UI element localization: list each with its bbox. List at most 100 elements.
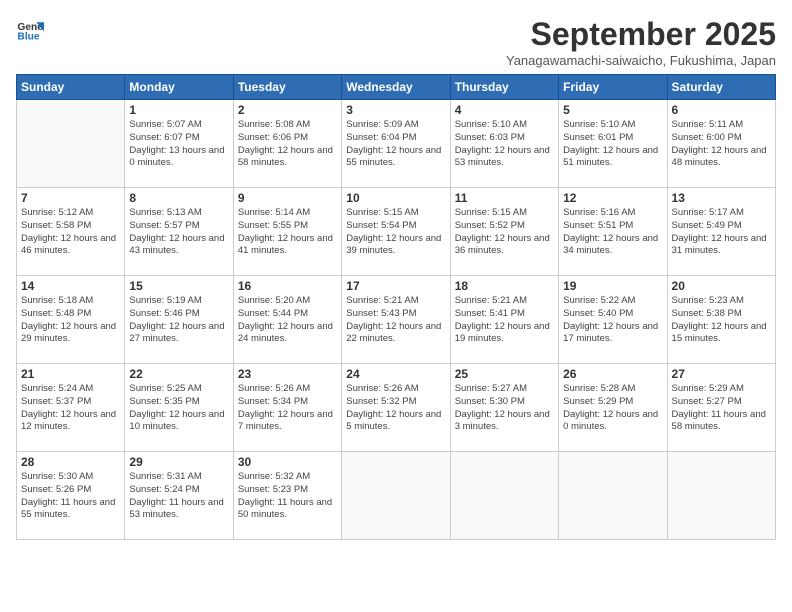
day-info: Sunrise: 5:13 AMSunset: 5:57 PMDaylight:… — [129, 207, 228, 258]
daylight-text: Daylight: 12 hours and 15 minutes. — [672, 321, 771, 347]
day-info: Sunrise: 5:15 AMSunset: 5:54 PMDaylight:… — [346, 207, 445, 258]
day-info: Sunrise: 5:24 AMSunset: 5:37 PMDaylight:… — [21, 383, 120, 434]
calendar-week-row: 21Sunrise: 5:24 AMSunset: 5:37 PMDayligh… — [17, 364, 776, 452]
sunrise-text: Sunrise: 5:30 AM — [21, 471, 120, 484]
sunset-text: Sunset: 5:40 PM — [563, 308, 662, 321]
sunrise-text: Sunrise: 5:10 AM — [455, 119, 554, 132]
sunrise-text: Sunrise: 5:27 AM — [455, 383, 554, 396]
daylight-text: Daylight: 12 hours and 53 minutes. — [455, 145, 554, 171]
sunrise-text: Sunrise: 5:19 AM — [129, 295, 228, 308]
day-number: 19 — [563, 279, 662, 293]
sunset-text: Sunset: 5:29 PM — [563, 396, 662, 409]
logo-icon: General Blue — [16, 16, 44, 44]
day-number: 1 — [129, 103, 228, 117]
daylight-text: Daylight: 12 hours and 36 minutes. — [455, 233, 554, 259]
day-info: Sunrise: 5:19 AMSunset: 5:46 PMDaylight:… — [129, 295, 228, 346]
daylight-text: Daylight: 12 hours and 0 minutes. — [563, 409, 662, 435]
logo: General Blue — [16, 16, 44, 44]
daylight-text: Daylight: 12 hours and 3 minutes. — [455, 409, 554, 435]
sunrise-text: Sunrise: 5:08 AM — [238, 119, 337, 132]
calendar-day-cell: 17Sunrise: 5:21 AMSunset: 5:43 PMDayligh… — [342, 276, 450, 364]
sunset-text: Sunset: 5:52 PM — [455, 220, 554, 233]
calendar-day-cell: 24Sunrise: 5:26 AMSunset: 5:32 PMDayligh… — [342, 364, 450, 452]
calendar-day-cell: 10Sunrise: 5:15 AMSunset: 5:54 PMDayligh… — [342, 188, 450, 276]
sunset-text: Sunset: 6:03 PM — [455, 132, 554, 145]
day-number: 14 — [21, 279, 120, 293]
sunrise-text: Sunrise: 5:31 AM — [129, 471, 228, 484]
sunrise-text: Sunrise: 5:18 AM — [21, 295, 120, 308]
page-header: General Blue September 2025 Yanagawamach… — [16, 16, 776, 68]
sunset-text: Sunset: 6:06 PM — [238, 132, 337, 145]
day-info: Sunrise: 5:21 AMSunset: 5:43 PMDaylight:… — [346, 295, 445, 346]
day-number: 28 — [21, 455, 120, 469]
day-info: Sunrise: 5:25 AMSunset: 5:35 PMDaylight:… — [129, 383, 228, 434]
day-info: Sunrise: 5:15 AMSunset: 5:52 PMDaylight:… — [455, 207, 554, 258]
sunrise-text: Sunrise: 5:32 AM — [238, 471, 337, 484]
day-number: 26 — [563, 367, 662, 381]
daylight-text: Daylight: 12 hours and 34 minutes. — [563, 233, 662, 259]
sunset-text: Sunset: 5:38 PM — [672, 308, 771, 321]
sunrise-text: Sunrise: 5:26 AM — [346, 383, 445, 396]
day-info: Sunrise: 5:28 AMSunset: 5:29 PMDaylight:… — [563, 383, 662, 434]
day-info: Sunrise: 5:14 AMSunset: 5:55 PMDaylight:… — [238, 207, 337, 258]
sunset-text: Sunset: 6:04 PM — [346, 132, 445, 145]
day-number: 12 — [563, 191, 662, 205]
sunrise-text: Sunrise: 5:13 AM — [129, 207, 228, 220]
day-number: 27 — [672, 367, 771, 381]
sunrise-text: Sunrise: 5:21 AM — [455, 295, 554, 308]
sunrise-text: Sunrise: 5:24 AM — [21, 383, 120, 396]
day-info: Sunrise: 5:32 AMSunset: 5:23 PMDaylight:… — [238, 471, 337, 522]
sunset-text: Sunset: 5:27 PM — [672, 396, 771, 409]
day-info: Sunrise: 5:31 AMSunset: 5:24 PMDaylight:… — [129, 471, 228, 522]
day-info: Sunrise: 5:30 AMSunset: 5:26 PMDaylight:… — [21, 471, 120, 522]
calendar-day-cell: 18Sunrise: 5:21 AMSunset: 5:41 PMDayligh… — [450, 276, 558, 364]
day-info: Sunrise: 5:11 AMSunset: 6:00 PMDaylight:… — [672, 119, 771, 170]
day-number: 25 — [455, 367, 554, 381]
calendar-day-cell: 3Sunrise: 5:09 AMSunset: 6:04 PMDaylight… — [342, 100, 450, 188]
daylight-text: Daylight: 12 hours and 5 minutes. — [346, 409, 445, 435]
day-number: 11 — [455, 191, 554, 205]
daylight-text: Daylight: 12 hours and 17 minutes. — [563, 321, 662, 347]
sunset-text: Sunset: 5:43 PM — [346, 308, 445, 321]
calendar-table: SundayMondayTuesdayWednesdayThursdayFrid… — [16, 74, 776, 540]
calendar-week-row: 28 Sunrise: 5:30 AMSunset: 5:26 PMDayligh… — [17, 452, 776, 540]
daylight-text: Daylight: 13 hours and 0 minutes. — [129, 145, 228, 171]
weekday-header-saturday: Saturday — [667, 75, 775, 100]
day-number: 15 — [129, 279, 228, 293]
calendar-day-cell: 9Sunrise: 5:14 AMSunset: 5:55 PMDaylight… — [233, 188, 341, 276]
daylight-text: Daylight: 12 hours and 58 minutes. — [238, 145, 337, 171]
sunset-text: Sunset: 5:24 PM — [129, 484, 228, 497]
svg-text:Blue: Blue — [18, 31, 40, 42]
daylight-text: Daylight: 12 hours and 22 minutes. — [346, 321, 445, 347]
sunset-text: Sunset: 5:46 PM — [129, 308, 228, 321]
daylight-text: Daylight: 12 hours and 46 minutes. — [21, 233, 120, 259]
sunset-text: Sunset: 5:55 PM — [238, 220, 337, 233]
sunrise-text: Sunrise: 5:10 AM — [563, 119, 662, 132]
day-info: Sunrise: 5:10 AMSunset: 6:01 PMDaylight:… — [563, 119, 662, 170]
sunset-text: Sunset: 5:35 PM — [129, 396, 228, 409]
sunrise-text: Sunrise: 5:22 AM — [563, 295, 662, 308]
daylight-text: Daylight: 12 hours and 24 minutes. — [238, 321, 337, 347]
day-number: 23 — [238, 367, 337, 381]
daylight-text: Daylight: 12 hours and 43 minutes. — [129, 233, 228, 259]
day-number: 24 — [346, 367, 445, 381]
weekday-header-tuesday: Tuesday — [233, 75, 341, 100]
day-number: 8 — [129, 191, 228, 205]
calendar-day-cell: 30 Sunrise: 5:32 AMSunset: 5:23 PMDayligh… — [233, 452, 341, 540]
calendar-day-cell: 16Sunrise: 5:20 AMSunset: 5:44 PMDayligh… — [233, 276, 341, 364]
calendar-title: September 2025 — [506, 16, 776, 53]
calendar-day-cell: 19 Sunrise: 5:22 AMSunset: 5:40 PMDayligh… — [559, 276, 667, 364]
calendar-day-cell — [17, 100, 125, 188]
calendar-week-row: 14Sunrise: 5:18 AMSunset: 5:48 PMDayligh… — [17, 276, 776, 364]
weekday-header-thursday: Thursday — [450, 75, 558, 100]
day-number: 7 — [21, 191, 120, 205]
daylight-text: Daylight: 11 hours and 50 minutes. — [238, 497, 337, 523]
day-info: Sunrise: 5:21 AMSunset: 5:41 PMDaylight:… — [455, 295, 554, 346]
sunset-text: Sunset: 5:41 PM — [455, 308, 554, 321]
calendar-day-cell: 7Sunrise: 5:12 AMSunset: 5:58 PMDaylight… — [17, 188, 125, 276]
daylight-text: Daylight: 12 hours and 12 minutes. — [21, 409, 120, 435]
day-number: 4 — [455, 103, 554, 117]
sunrise-text: Sunrise: 5:16 AM — [563, 207, 662, 220]
day-number: 30 — [238, 455, 337, 469]
calendar-day-cell: 22Sunrise: 5:25 AMSunset: 5:35 PMDayligh… — [125, 364, 233, 452]
